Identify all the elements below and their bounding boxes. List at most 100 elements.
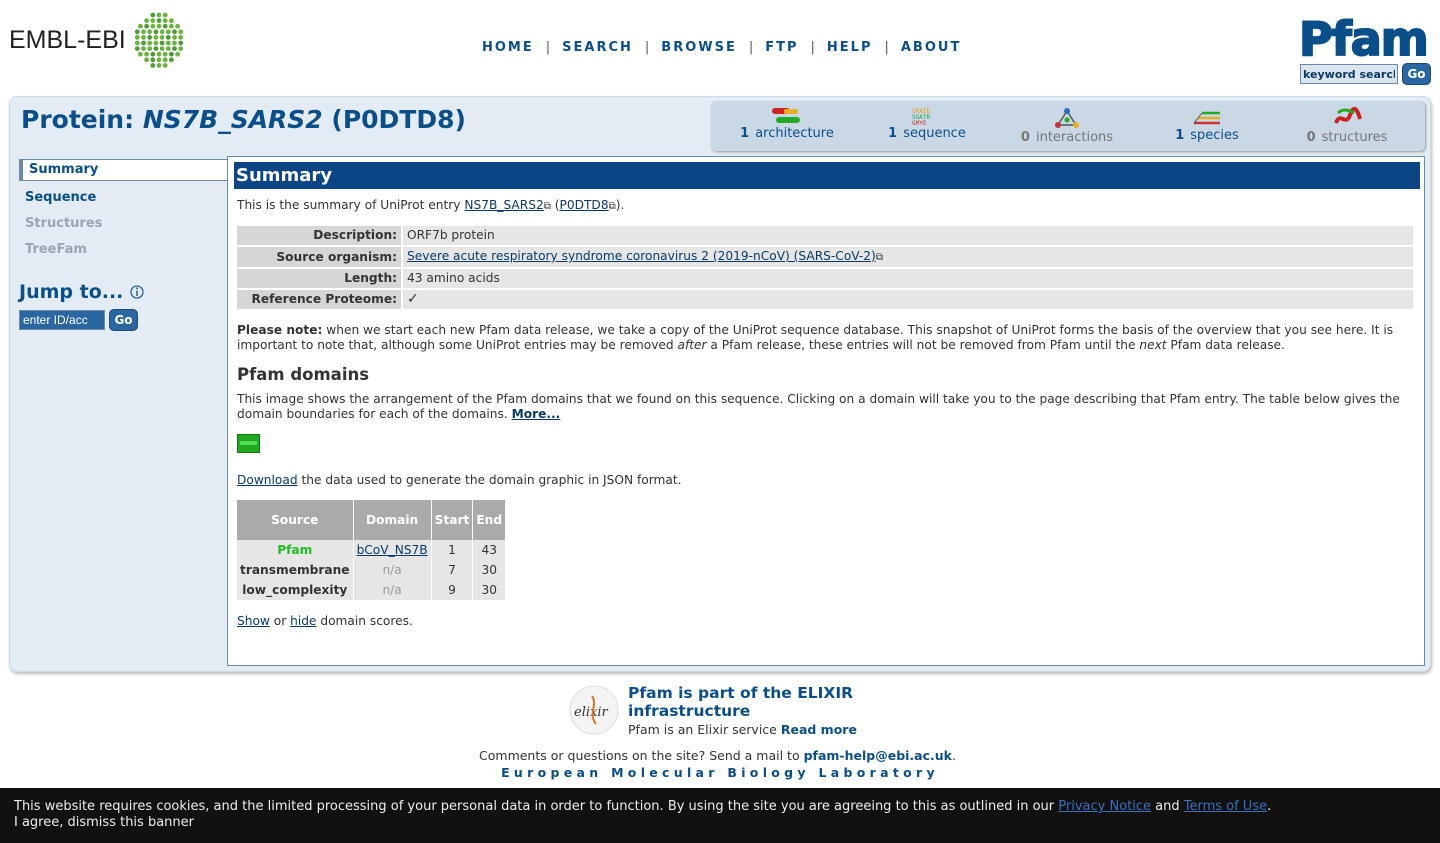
intro-text: This is the summary of UniProt entry: [237, 198, 465, 212]
terms-of-use-link[interactable]: Terms of Use: [1184, 799, 1267, 814]
or-text: or: [269, 614, 291, 628]
summary-species[interactable]: 1 species: [1137, 107, 1277, 143]
property-value: Severe acute respiratory syndrome corona…: [402, 246, 1413, 269]
embl-ebi-logo-text: EMBL-EBI: [9, 25, 126, 54]
comments-text: .: [952, 748, 956, 763]
property-label: Length:: [237, 268, 403, 290]
external-link-icon: ⧉: [608, 201, 616, 212]
pfam-logo-text: Pfam: [1299, 12, 1428, 60]
domains-text: This image shows the arrangement of the …: [237, 392, 1400, 421]
property-value: ORF7b protein: [402, 226, 1413, 247]
cookie-banner: This website requires cookies, and the l…: [0, 788, 1440, 843]
hide-scores-link[interactable]: hide: [290, 614, 316, 628]
dismiss-cookie-banner[interactable]: I agree, dismiss this banner: [14, 815, 1426, 831]
table-row: Pfam bCoV_NS7B 1 43: [237, 540, 507, 560]
domain-end: 30: [472, 560, 507, 580]
summary-structures[interactable]: 0 structures: [1277, 107, 1417, 145]
note-text: after: [677, 338, 707, 352]
download-link[interactable]: Download: [237, 473, 298, 487]
interactions-label: interactions: [1035, 130, 1114, 145]
domain-scores-toggle: Show or hide domain scores.: [237, 614, 1413, 629]
uniprot-acc-link[interactable]: P0DTD8: [560, 198, 609, 212]
keyword-search-input[interactable]: [1300, 64, 1398, 84]
property-label: Description:: [237, 226, 403, 247]
nav-home[interactable]: HOME: [482, 40, 534, 55]
sequence-icon: GRAIE SGATR GMYE: [912, 108, 930, 125]
nav-search[interactable]: SEARCH: [562, 40, 633, 55]
embl-ebi-logo[interactable]: EMBL-EBI: [9, 12, 186, 68]
nav-about[interactable]: ABOUT: [901, 40, 961, 55]
nav-help[interactable]: HELP: [827, 40, 873, 55]
protein-properties-table: Description: ORF7b protein Source organi…: [237, 226, 1413, 311]
uniprot-id-link[interactable]: NS7B_SARS2: [464, 198, 543, 212]
note-text: a Pfam release, these entries will not b…: [706, 338, 1140, 352]
intro-text: ).: [615, 198, 625, 212]
architecture-count: 1: [740, 126, 750, 141]
jump-to-go-button[interactable]: Go: [109, 309, 138, 331]
nav-ftp[interactable]: FTP: [765, 40, 798, 55]
domain-name: n/a: [353, 580, 432, 600]
domain-name: bCoV_NS7B: [353, 540, 432, 560]
elixir-sub-text: Pfam is an Elixir service: [628, 722, 781, 737]
info-icon[interactable]: [129, 284, 145, 300]
intro-text: (: [550, 198, 560, 212]
summary-interactions[interactable]: 0 interactions: [997, 107, 1137, 145]
svg-text:elixir: elixir: [574, 705, 608, 720]
keyword-search-form: Go: [1300, 63, 1431, 85]
table-header-row: Source Domain Start End: [237, 500, 507, 540]
page-title-prefix: Protein:: [21, 105, 143, 134]
summary-intro: This is the summary of UniProt entry NS7…: [237, 198, 1413, 214]
sidebar-tab-summary[interactable]: Summary: [19, 159, 229, 181]
jump-to-form: Go: [19, 309, 229, 331]
external-link-icon: ⧉: [543, 201, 551, 212]
property-value: 43 amino acids: [402, 268, 1413, 290]
domain-graphic[interactable]: [237, 434, 260, 453]
summary-content: Summary This is the summary of UniProt e…: [227, 156, 1425, 666]
domain-name: n/a: [353, 560, 432, 580]
keyword-search-go-button[interactable]: Go: [1402, 63, 1431, 85]
jump-to-heading: Jump to...: [19, 281, 229, 303]
privacy-notice-link[interactable]: Privacy Notice: [1058, 799, 1151, 814]
summary-architecture[interactable]: 1 architecture: [717, 107, 857, 141]
table-row: low_complexity n/a 9 30: [237, 580, 507, 600]
species-label: species: [1190, 128, 1239, 143]
domain-end: 43: [472, 540, 507, 560]
column-header: End: [472, 500, 507, 540]
domain-source: low_complexity: [237, 580, 354, 600]
table-row: Source organism: Severe acute respirator…: [237, 246, 1413, 269]
domain-start: 1: [431, 540, 474, 560]
source-organism-link[interactable]: Severe acute respiratory syndrome corona…: [407, 249, 876, 263]
table-row: Description: ORF7b protein: [237, 226, 1413, 247]
pfam-domains-description: This image shows the arrangement of the …: [237, 392, 1413, 422]
note-label: Please note:: [237, 323, 323, 337]
column-header: Domain: [353, 500, 432, 540]
sidebar-tab-structures: Structures: [25, 216, 103, 231]
show-scores-link[interactable]: Show: [237, 614, 270, 628]
elixir-logo-icon[interactable]: elixir: [568, 684, 620, 736]
note-text: Pfam data release.: [1166, 338, 1285, 352]
sidebar: Summary Sequence Structures TreeFam Jump…: [19, 159, 229, 331]
comments-line: Comments or questions on the site? Send …: [0, 748, 1435, 763]
nav-separator: |: [545, 40, 551, 55]
pfam-logo[interactable]: Pfam: [1298, 11, 1432, 67]
species-icon: [1193, 111, 1220, 125]
architecture-label: architecture: [755, 126, 834, 141]
cookie-text: This website requires cookies, and the l…: [14, 799, 1059, 814]
email-link[interactable]: pfam-help@ebi.ac.uk: [804, 748, 952, 763]
nav-separator: |: [644, 40, 650, 55]
jump-to-input[interactable]: [19, 310, 105, 330]
embl-footer-name: European Molecular Biology Laboratory: [501, 765, 939, 780]
pfam-domains-heading: Pfam domains: [237, 365, 370, 384]
summary-sequence[interactable]: GRAIE SGATR GMYE 1 sequence: [857, 107, 997, 141]
elixir-title: Pfam is part of the ELIXIR infrastructur…: [628, 684, 854, 720]
sidebar-tab-sequence[interactable]: Sequence: [19, 185, 229, 211]
read-more-link[interactable]: Read more: [781, 722, 857, 737]
domain-link[interactable]: bCoV_NS7B: [357, 543, 428, 557]
download-text: the data used to generate the domain gra…: [297, 473, 682, 487]
architecture-icon: [772, 108, 800, 123]
page-title-id: NS7B_SARS2: [142, 105, 323, 134]
top-navigation: HOME | SEARCH | BROWSE | FTP | HELP | AB…: [482, 40, 961, 55]
nav-browse[interactable]: BROWSE: [661, 40, 737, 55]
domain-end: 30: [472, 580, 507, 600]
more-link[interactable]: More...: [512, 407, 561, 421]
